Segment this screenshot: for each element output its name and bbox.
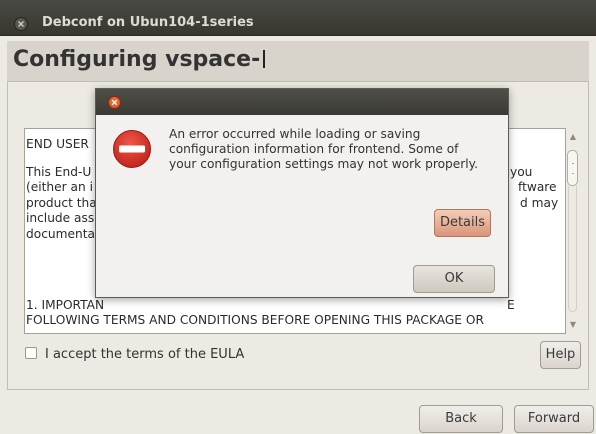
back-button[interactable]: Back — [419, 405, 503, 433]
eula-line: d may — [520, 196, 559, 210]
error-message-line: configuration information for frontend. … — [169, 142, 459, 156]
dialog-close-icon[interactable] — [108, 96, 121, 109]
eula-line: 1. IMPORTAN — [26, 298, 105, 312]
scrollbar-thumb[interactable] — [567, 150, 578, 186]
scroll-down-icon[interactable]: ▼ — [566, 320, 580, 332]
page-header: Configuring vspace- — [7, 41, 589, 82]
help-button[interactable]: Help — [540, 341, 581, 369]
accept-eula-label: I accept the terms of the EULA — [45, 347, 245, 362]
page-title-text: Configuring vspace- — [13, 47, 261, 72]
window-titlebar[interactable]: Debconf on Ubun104-1series — [0, 0, 596, 36]
eula-line: documenta — [26, 227, 95, 241]
error-message-line: An error occurred while loading or savin… — [169, 127, 421, 141]
eula-line: FOLLOWING TERMS AND CONDITIONS BEFORE OP… — [26, 313, 484, 327]
scrollbar-track[interactable] — [568, 186, 577, 312]
scroll-up-icon[interactable]: ▲ — [566, 132, 580, 144]
error-icon — [112, 129, 152, 169]
close-window-icon[interactable] — [14, 17, 28, 31]
error-dialog: An error occurred while loading or savin… — [95, 88, 509, 298]
checkbox-box[interactable] — [25, 347, 37, 359]
window-title: Debconf on Ubun104-1series — [42, 15, 254, 30]
forward-button[interactable]: Forward — [514, 405, 594, 433]
eula-line: END USER — [26, 137, 89, 151]
error-message-line: your configuration settings may not work… — [169, 157, 479, 171]
accept-eula-checkbox[interactable]: I accept the terms of the EULA — [25, 347, 244, 362]
eula-line: you — [510, 165, 533, 179]
details-button[interactable]: Details — [434, 209, 491, 237]
text-cursor — [263, 50, 266, 68]
eula-line: product tha — [26, 196, 97, 210]
eula-line: E — [507, 298, 515, 312]
eula-line: This End-U — [26, 165, 92, 179]
eula-scrollbar[interactable]: ▲ ▼ — [566, 128, 580, 334]
eula-line: ftware — [518, 180, 557, 194]
page-title: Configuring vspace- — [13, 47, 266, 72]
eula-line: include ass — [26, 211, 95, 225]
eula-line: (either an i — [26, 180, 93, 194]
ok-button[interactable]: OK — [413, 265, 495, 293]
dialog-titlebar[interactable] — [96, 89, 508, 115]
error-message: An error occurred while loading or savin… — [169, 127, 509, 172]
